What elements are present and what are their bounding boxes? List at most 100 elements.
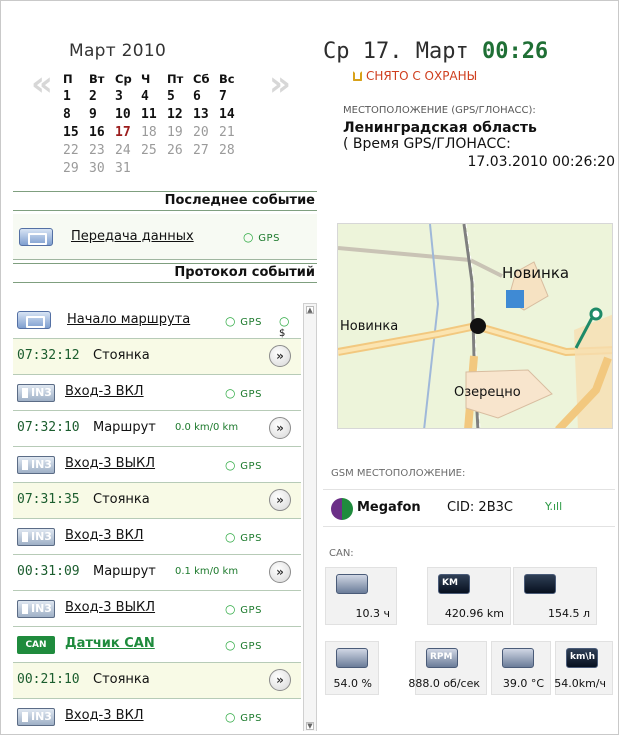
protocol-row[interactable]: 00:21:10 Стоянка » [13,663,301,699]
calendar-day[interactable]: 22 [63,143,89,159]
gps-indicator: GPS [225,530,262,544]
can-value: 54.0km/ч [554,677,606,690]
protocol-row[interactable]: IN3 Вход-3 ВЫКЛ GPS [13,591,301,627]
expand-chevron-icon[interactable]: » [269,345,291,367]
calendar-day[interactable]: 6 [193,89,219,105]
calendar-day[interactable]: 10 [115,107,141,123]
last-event-link[interactable]: Передача данных [71,229,194,244]
calendar-day[interactable]: 5 [167,89,193,105]
calendar-day[interactable]: 18 [141,125,167,141]
event-time: 07:31:35 [17,492,80,507]
protocol-row[interactable]: IN3 Вход-3 ВКЛ GPS [13,699,301,731]
calendar-day[interactable]: 21 [219,125,245,141]
event-link[interactable]: Вход-3 ВКЛ [65,528,144,543]
gps-indicator: GPS [225,458,262,472]
calendar-day[interactable]: 2 [89,89,115,105]
rpm-icon: RPM [426,648,458,668]
calendar-day[interactable]: 9 [89,107,115,123]
calendar-day[interactable]: 23 [89,143,115,159]
event-link[interactable]: Вход-3 ВКЛ [65,384,144,399]
event-label: Стоянка [93,672,150,687]
event-link[interactable]: Начало маршрута [67,312,190,327]
km-icon: KM [438,574,470,594]
protocol-list[interactable]: ▲ ▼ Начало маршрута GPS $07:32:12 Стоянка » I… [13,285,317,731]
protocol-scrollbar[interactable]: ▲ ▼ [303,303,317,731]
right-panel: Ср 17. Март 00:26 СНЯТО С ОХРАНЫ МЕСТОПО… [323,21,615,721]
event-time: 00:21:10 [17,672,80,687]
gsm-cid: CID: 2B3C [447,500,513,515]
weekday-header: П [63,72,73,86]
calendar-day[interactable]: 28 [219,143,245,159]
calendar-day[interactable]: 26 [167,143,193,159]
event-link[interactable]: Вход-3 ВЫКЛ [65,456,155,471]
signal-strength-icon: Y.ıll [545,500,563,513]
expand-chevron-icon[interactable]: » [269,669,291,691]
calendar-day[interactable]: 7 [219,89,245,105]
weekday-header: Ср [115,72,132,86]
route-speed: 0.0 km/0 km [175,422,239,433]
calendar-day[interactable]: 8 [63,107,89,123]
calendar-day[interactable]: 12 [167,107,193,123]
current-date: Ср 17. Март [323,39,469,64]
calendar-title: Март 2010 [69,41,167,61]
next-month-icon[interactable]: » [269,67,297,105]
fuel-level-icon [524,574,556,594]
fuel-pump-icon [336,648,368,668]
map-label: Новинка [502,264,569,282]
event-link[interactable]: Вход-3 ВКЛ [65,708,144,723]
weekday-header: Вс [219,72,235,86]
calendar-day[interactable]: 20 [193,125,219,141]
expand-chevron-icon[interactable]: » [269,417,291,439]
calendar-day[interactable]: 24 [115,143,141,159]
location-label: МЕСТОПОЛОЖЕНИЕ (GPS/ГЛОНАСС): [343,105,536,116]
protocol-row[interactable]: CAN Датчик CAN GPS [13,627,301,663]
calendar-day[interactable]: 1 [63,89,89,105]
prev-month-icon[interactable]: « [31,67,59,105]
input-3-icon: IN3 [17,708,55,726]
current-time: 00:26 [481,39,549,64]
calendar-day[interactable]: 13 [193,107,219,123]
protocol-row[interactable]: 07:32:10 Маршрут 0.0 km/0 km » [13,411,301,447]
event-link[interactable]: Датчик CAN [65,636,155,651]
can-value: 420.96 km [444,607,504,620]
can-value: 888.0 об/сек [408,677,480,690]
calendar-day[interactable]: 4 [141,89,167,105]
calendar-day[interactable]: 30 [89,161,115,177]
icon-text: KM [442,578,458,588]
security-status-text: СНЯТО С ОХРАНЫ [366,69,478,83]
calendar-day[interactable]: 29 [63,161,89,177]
calendar-day[interactable]: 25 [141,143,167,159]
protocol-row[interactable]: IN3 Вход-3 ВКЛ GPS [13,375,301,411]
calendar-day[interactable]: 19 [167,125,193,141]
protocol-row[interactable]: IN3 Вход-3 ВЫКЛ GPS [13,447,301,483]
protocol-row[interactable]: IN3 Вход-3 ВКЛ GPS [13,519,301,555]
calendar-day[interactable]: 14 [219,107,245,123]
expand-chevron-icon[interactable]: » [269,561,291,583]
protocol-row[interactable]: 07:31:35 Стоянка » [13,483,301,519]
scroll-down-icon[interactable]: ▼ [306,722,314,730]
security-status: СНЯТО С ОХРАНЫ [353,69,477,83]
speed-icon: km\h [566,648,598,668]
icon-text: RPM [430,652,453,662]
calendar-day[interactable]: 3 [115,89,141,105]
protocol-row[interactable]: Начало маршрута GPS $ [13,303,301,339]
protocol-row[interactable]: 00:31:09 Маршрут 0.1 km/0 km » [13,555,301,591]
calendar-day[interactable]: 11 [141,107,167,123]
event-link[interactable]: Вход-3 ВЫКЛ [65,600,155,615]
calendar-day[interactable]: 17 [115,125,141,141]
can-tile: 54.0 % [325,641,379,695]
gsm-label: GSM МЕСТОПОЛОЖЕНИЕ: [331,468,466,479]
protocol-row[interactable]: 07:32:12 Стоянка » [13,339,301,375]
weekday-header: Вт [89,72,105,86]
expand-chevron-icon[interactable]: » [269,489,291,511]
calendar-day[interactable]: 31 [115,161,141,177]
scroll-up-icon[interactable]: ▲ [306,306,314,314]
calendar-day[interactable]: 15 [63,125,89,141]
calendar-day[interactable]: 16 [89,125,115,141]
calendar-day [141,161,167,177]
last-event-row[interactable]: Передача данных GPS [13,214,317,260]
map-view[interactable]: Новинка Новинка Озерецно [337,223,613,429]
location-time-label: ( Время GPS/ГЛОНАСС: [343,136,511,152]
calendar-day[interactable]: 27 [193,143,219,159]
icon-text: IN3 [31,386,52,399]
